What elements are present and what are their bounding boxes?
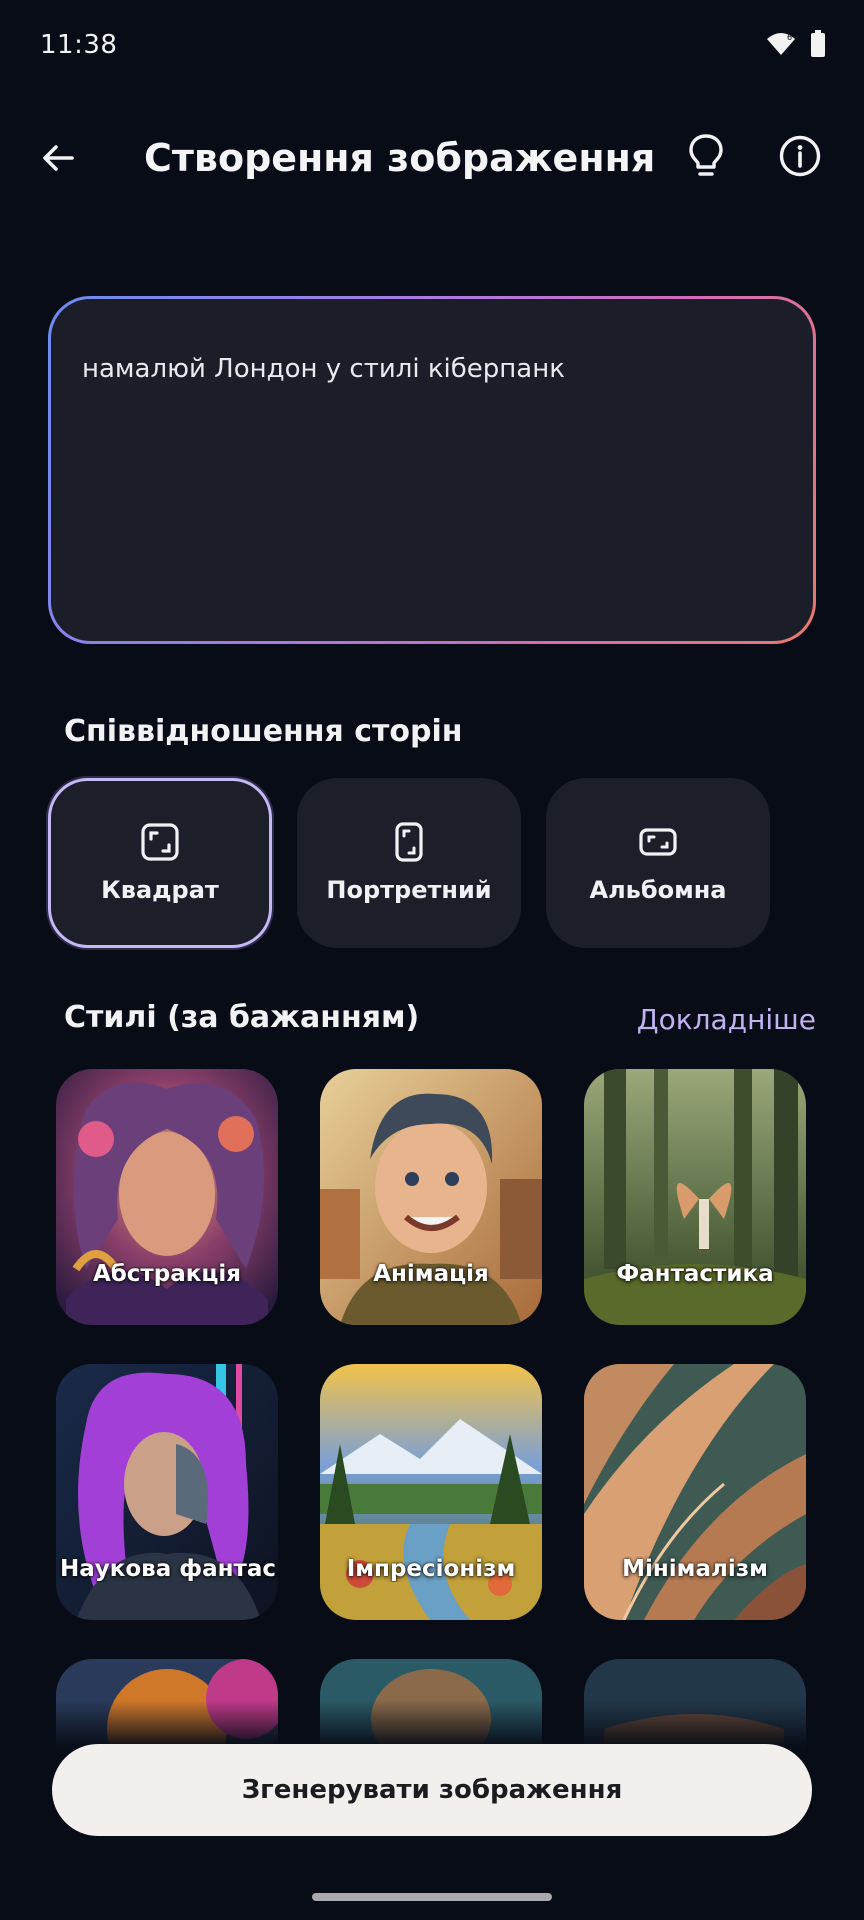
home-indicator[interactable] xyxy=(312,1893,552,1901)
aspect-option-square[interactable]: Квадрат xyxy=(48,778,272,948)
info-button[interactable] xyxy=(770,126,830,186)
more-details-link[interactable]: Докладніше xyxy=(637,1003,816,1036)
aspect-ratio-title: Співвідношення сторін xyxy=(64,714,463,749)
style-tile-animation[interactable]: Анімація xyxy=(320,1069,542,1325)
aspect-option-landscape[interactable]: Альбомна xyxy=(546,778,770,948)
aspect-option-label: Портретний xyxy=(326,876,492,904)
aspect-option-label: Квадрат xyxy=(101,876,219,904)
app-bar: Створення зображення xyxy=(0,110,864,200)
svg-text:6: 6 xyxy=(787,33,792,42)
status-icons: 6 xyxy=(766,30,826,62)
style-tile-label: Імпресіонізм xyxy=(346,1556,516,1582)
styles-title: Стилі (за бажанням) xyxy=(64,1000,420,1035)
style-tile-label: Наукова фантас.. xyxy=(60,1556,278,1582)
aspect-ratio-options: Квадрат Портретний Альбомна xyxy=(48,778,828,948)
battery-icon xyxy=(810,30,826,62)
style-tile-label: Фантастика xyxy=(616,1261,774,1287)
prompt-text[interactable]: намалюй Лондон у стилі кіберпанк xyxy=(51,299,813,641)
generate-image-button[interactable]: Згенерувати зображення xyxy=(52,1744,812,1836)
status-bar: 11:38 6 xyxy=(0,0,864,96)
info-icon xyxy=(779,135,821,177)
back-button[interactable] xyxy=(30,130,86,186)
style-tile-label: Абстракція xyxy=(92,1261,242,1287)
style-tile-fantasy[interactable]: Фантастика xyxy=(584,1069,806,1325)
page-title: Створення зображення xyxy=(144,136,656,180)
aspect-option-label: Альбомна xyxy=(589,876,727,904)
back-arrow-icon xyxy=(43,145,74,171)
lightbulb-icon xyxy=(689,134,723,176)
wifi-icon: 6 xyxy=(766,31,796,61)
style-tile-label: Мінімалізм xyxy=(622,1556,768,1582)
style-tile-sci-fi[interactable]: Наукова фантас.. xyxy=(56,1364,278,1620)
status-time: 11:38 xyxy=(40,30,118,60)
style-tile-label: Анімація xyxy=(373,1261,489,1287)
tips-button[interactable] xyxy=(676,126,736,186)
landscape-aspect-icon xyxy=(639,828,677,856)
portrait-aspect-icon xyxy=(395,822,423,862)
aspect-option-portrait[interactable]: Портретний xyxy=(297,778,521,948)
style-tile-abstract[interactable]: Абстракція xyxy=(56,1069,278,1325)
prompt-field[interactable]: намалюй Лондон у стилі кіберпанк xyxy=(48,296,816,644)
square-aspect-icon xyxy=(141,823,179,861)
style-tile-minimalism[interactable]: Мінімалізм xyxy=(584,1364,806,1620)
style-tile-impressionism[interactable]: Імпресіонізм xyxy=(320,1364,542,1620)
